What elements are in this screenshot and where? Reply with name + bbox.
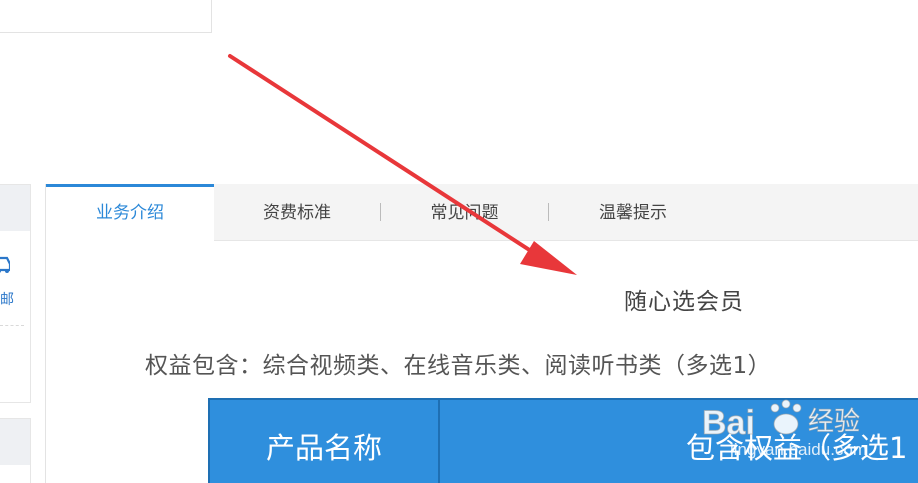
tab-tips[interactable]: 温馨提示 <box>549 184 717 241</box>
tab-business-intro[interactable]: 业务介绍 <box>46 184 214 242</box>
page: 邮 业务介绍 资费标准 常见问题 温馨提示 随心选会员 权益包含：综合视频类、在… <box>0 0 918 483</box>
table-header-benefits: 包含权益（多选1 <box>686 431 908 465</box>
sidebar-divider <box>0 325 24 326</box>
sidebar-card-2-header <box>0 419 30 465</box>
tab-pricing[interactable]: 资费标准 <box>214 184 380 241</box>
sidebar-item-label[interactable]: 邮 <box>0 291 14 309</box>
tab-bar: 业务介绍 资费标准 常见问题 温馨提示 <box>46 184 918 242</box>
benefits-text: 权益包含：综合视频类、在线音乐类、阅读听书类（多选1） <box>145 353 772 379</box>
tab-faq[interactable]: 常见问题 <box>381 184 548 241</box>
top-input-box[interactable] <box>0 0 212 33</box>
section-heading: 随心选会员 <box>624 289 744 315</box>
content-panel: 业务介绍 资费标准 常见问题 温馨提示 随心选会员 权益包含：综合视频类、在线音… <box>45 184 918 483</box>
table-header-product-name: 产品名称 <box>210 400 440 483</box>
car-icon <box>0 256 10 273</box>
product-table-header: 产品名称 包含权益（多选1 <box>208 398 918 483</box>
sidebar-card-header <box>0 185 30 231</box>
sidebar-card-2 <box>0 418 31 483</box>
